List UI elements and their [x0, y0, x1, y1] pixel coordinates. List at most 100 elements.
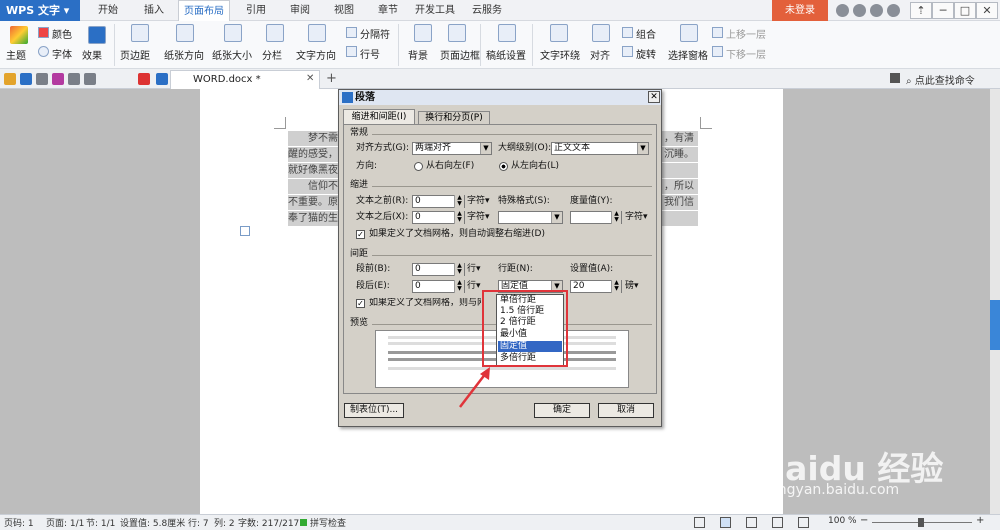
chevron-down-icon[interactable]: ▼: [637, 143, 648, 154]
after-spacing-unit[interactable]: 行▾: [467, 281, 481, 292]
cloud-icon[interactable]: [156, 73, 168, 85]
help-icon[interactable]: [887, 4, 900, 17]
new-tab-icon[interactable]: +: [326, 71, 337, 86]
columns-icon[interactable]: [266, 24, 284, 42]
rtl-radio[interactable]: [414, 162, 423, 171]
tab-references[interactable]: 引用: [236, 0, 276, 21]
effect-icon[interactable]: [88, 26, 106, 44]
open-icon[interactable]: [4, 73, 16, 85]
chevron-down-icon[interactable]: ▼: [480, 143, 491, 154]
ok-button[interactable]: 确定: [534, 403, 590, 418]
spinner-icon[interactable]: ▲ ▼: [454, 195, 464, 208]
tab-chapter[interactable]: 章节: [368, 0, 408, 21]
restore-ribbon-icon[interactable]: ⇡: [910, 2, 932, 19]
page-border-button[interactable]: 页面边框: [440, 47, 480, 62]
minimize-button[interactable]: ─: [932, 2, 954, 19]
tab-view[interactable]: 视图: [324, 0, 364, 21]
doc-line-end[interactable]: 沉睡。: [664, 147, 698, 162]
wrap-button[interactable]: 文字环绕: [540, 47, 580, 62]
undo-icon[interactable]: [68, 73, 80, 85]
web-view-icon[interactable]: [772, 517, 783, 528]
align-icon[interactable]: [592, 24, 610, 42]
cancel-button[interactable]: 取消: [598, 403, 654, 418]
tab-home[interactable]: 开始: [88, 0, 128, 21]
tab-developer[interactable]: 开发工具: [410, 0, 460, 21]
paste-options-icon[interactable]: [240, 226, 250, 236]
outline-view-icon[interactable]: [746, 517, 757, 528]
page-view-icon[interactable]: [720, 517, 731, 528]
orientation-icon[interactable]: [176, 24, 194, 42]
text-direction-button[interactable]: 文字方向: [296, 47, 336, 62]
export-pdf-icon[interactable]: [52, 73, 64, 85]
search-command[interactable]: ⌕ 点此查找命令: [906, 72, 975, 87]
grid-indent-checkbox[interactable]: ✓: [356, 230, 365, 239]
zoom-in-icon[interactable]: +: [976, 515, 984, 526]
background-button[interactable]: 背景: [408, 47, 428, 62]
tab-insert[interactable]: 插入: [134, 0, 174, 21]
tab-page-layout[interactable]: 页面布局: [178, 0, 230, 21]
select-pane-icon[interactable]: [680, 24, 698, 42]
background-icon[interactable]: [414, 24, 432, 42]
print-icon[interactable]: [36, 73, 48, 85]
zoom-out-icon[interactable]: −: [860, 515, 868, 526]
dialog-close-icon[interactable]: ✕: [648, 91, 660, 103]
share-icon[interactable]: [870, 4, 883, 17]
effect-button[interactable]: 效果: [82, 47, 102, 62]
zoom-slider-thumb[interactable]: [918, 518, 924, 527]
page-border-icon[interactable]: [448, 24, 466, 42]
rotate-button[interactable]: 旋转: [636, 46, 656, 61]
skin-icon[interactable]: [836, 4, 849, 17]
tab-line-page-break[interactable]: 换行和分页(P): [418, 111, 490, 124]
login-button[interactable]: 未登录: [772, 0, 828, 21]
app-menu-button[interactable]: WPS 文字 ▾: [0, 0, 80, 21]
doc-line-end[interactable]: 我们信: [664, 195, 698, 210]
spinner-icon[interactable]: ▲ ▼: [611, 280, 621, 293]
before-text-unit[interactable]: 字符▾: [467, 196, 490, 207]
wrap-icon[interactable]: [550, 24, 568, 42]
wps-logo-icon[interactable]: [138, 73, 150, 85]
spinner-icon[interactable]: ▲ ▼: [454, 263, 464, 276]
reading-view-icon[interactable]: [798, 517, 809, 528]
separator-button[interactable]: 分隔符: [360, 26, 390, 41]
select-pane-button[interactable]: 选择窗格: [668, 47, 708, 62]
columns-button[interactable]: 分栏: [262, 47, 282, 62]
paper-size-icon[interactable]: [224, 24, 242, 42]
doc-line-end[interactable]: ，所以: [664, 179, 698, 194]
settings-icon[interactable]: [853, 4, 866, 17]
measure-unit[interactable]: 字符▾: [625, 212, 648, 223]
redo-icon[interactable]: [84, 73, 96, 85]
document-tab[interactable]: WORD.docx *: [170, 70, 320, 89]
close-tab-icon[interactable]: ✕: [306, 73, 314, 84]
save-icon[interactable]: [20, 73, 32, 85]
spell-check[interactable]: 拼写检查: [310, 516, 346, 529]
font-button[interactable]: 字体: [52, 46, 72, 61]
line-number-button[interactable]: 行号: [360, 46, 380, 61]
paper-size-button[interactable]: 纸张大小: [212, 47, 252, 62]
manuscript-icon[interactable]: [498, 24, 516, 42]
bring-forward-button[interactable]: 上移一层: [726, 26, 766, 41]
view-mode-icon[interactable]: [694, 517, 705, 528]
doc-line-end[interactable]: ，有清: [664, 131, 698, 146]
spinner-icon[interactable]: ▲ ▼: [454, 280, 464, 293]
align-button[interactable]: 对齐: [590, 47, 610, 62]
spinner-icon[interactable]: ▲ ▼: [611, 211, 621, 224]
text-direction-icon[interactable]: [308, 24, 326, 42]
scrollbar-thumb[interactable]: [990, 300, 1000, 350]
margin-button[interactable]: 页边距: [120, 47, 150, 62]
tab-review[interactable]: 审阅: [280, 0, 320, 21]
orientation-button[interactable]: 纸张方向: [164, 47, 204, 62]
manuscript-button[interactable]: 稿纸设置: [486, 47, 526, 62]
close-button[interactable]: ✕: [976, 2, 998, 19]
spinner-icon[interactable]: ▲ ▼: [454, 211, 464, 224]
send-backward-button[interactable]: 下移一层: [726, 46, 766, 61]
after-text-unit[interactable]: 字符▾: [467, 212, 490, 223]
set-value-unit[interactable]: 磅▾: [625, 281, 639, 292]
color-button[interactable]: 颜色: [52, 26, 72, 41]
outline-level-select[interactable]: 正文文本: [551, 142, 649, 155]
comment-icon[interactable]: [890, 73, 900, 83]
grid-align-checkbox[interactable]: ✓: [356, 299, 365, 308]
theme-button[interactable]: 主题: [6, 47, 26, 62]
maximize-button[interactable]: □: [954, 2, 976, 19]
chevron-down-icon[interactable]: ▼: [551, 212, 562, 223]
tab-indent-spacing[interactable]: 缩进和间距(I): [343, 109, 415, 124]
